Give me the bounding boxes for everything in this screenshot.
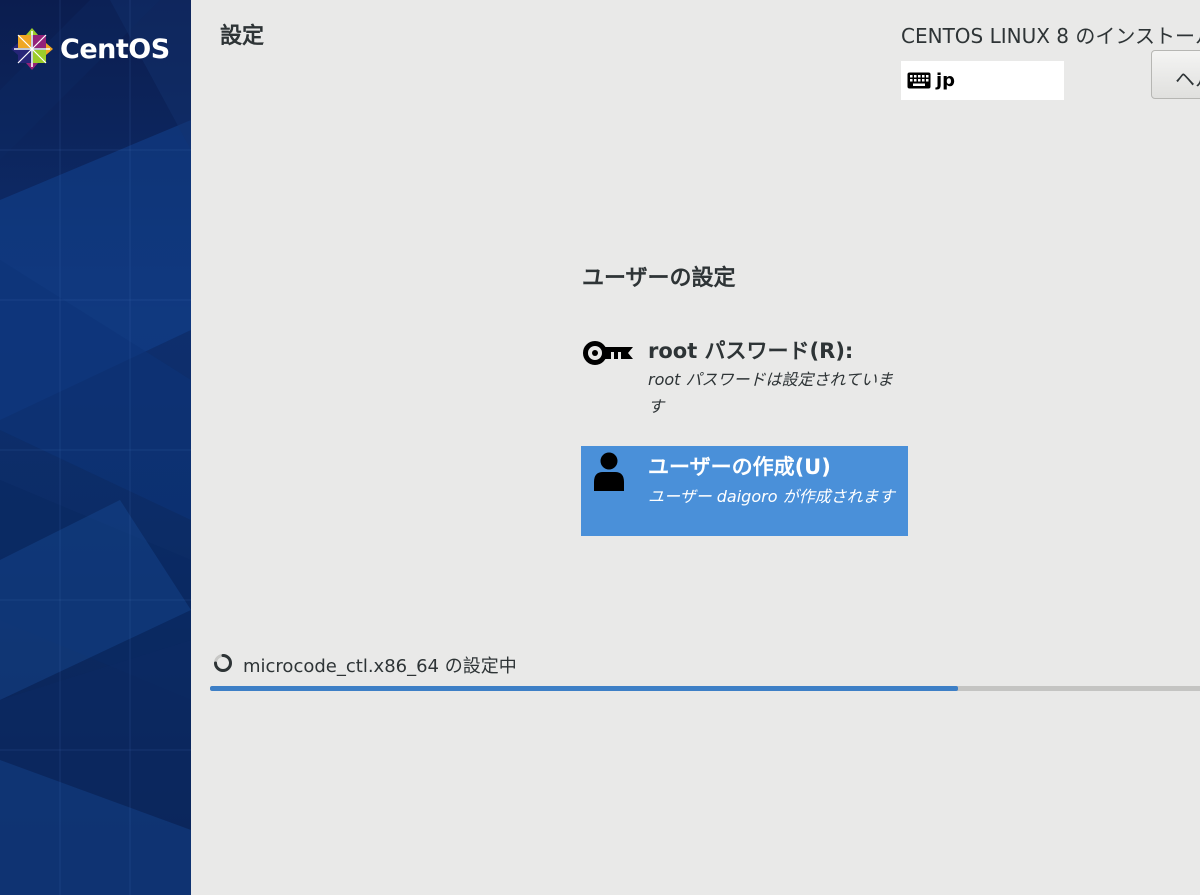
installation-progress-bar: [210, 686, 1200, 691]
user-settings-title: ユーザーの設定: [582, 266, 736, 291]
installer-window: CentOS 設定 CENTOS LINUX 8 のインストール jp ヘルプ!: [0, 0, 1200, 895]
logo-text: CentOS: [60, 33, 170, 65]
help-button[interactable]: ヘルプ!: [1151, 50, 1200, 99]
user-creation-title: ユーザーの作成(U): [648, 455, 831, 479]
progress-status-text: microcode_ctl.x86_64 の設定中: [243, 656, 517, 677]
sidebar: CentOS: [0, 0, 191, 895]
spinner-icon: [214, 654, 232, 672]
user-creation-spoke[interactable]: ユーザーの作成(U) ユーザー daigoro が作成されます: [581, 446, 908, 536]
root-password-title: root パスワード(R):: [648, 339, 854, 363]
keyboard-layout-label: jp: [936, 70, 956, 91]
installer-title: CENTOS LINUX 8 のインストール: [901, 24, 1200, 48]
root-password-status: root パスワードは設定されています: [648, 370, 894, 416]
page-title: 設定: [220, 24, 265, 49]
progress-bar-fill: [210, 686, 958, 691]
user-creation-status: ユーザー daigoro が作成されます: [648, 487, 895, 506]
key-icon: [583, 341, 633, 365]
centos-logo-icon: [11, 28, 53, 70]
sidebar-background-pattern: [0, 0, 191, 895]
user-icon: [594, 452, 624, 491]
root-password-spoke[interactable]: root パスワード(R): root パスワードは設定されています: [581, 330, 908, 428]
keyboard-layout-indicator[interactable]: jp: [901, 61, 1064, 100]
centos-logo: CentOS: [10, 26, 170, 72]
keyboard-icon: [907, 72, 931, 89]
